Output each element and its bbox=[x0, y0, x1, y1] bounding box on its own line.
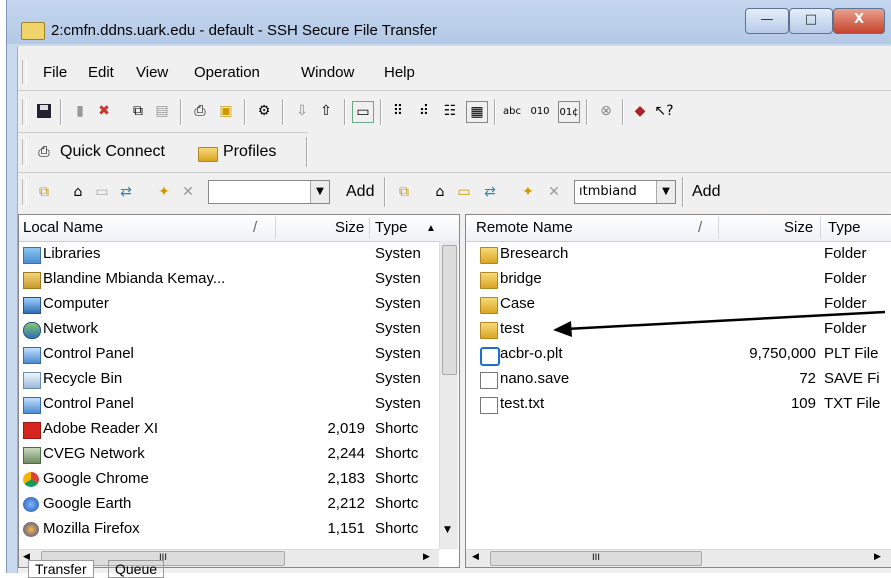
arrow-shaft bbox=[565, 310, 886, 331]
annotation-arrow bbox=[553, 310, 886, 337]
arrow-head bbox=[553, 321, 572, 337]
